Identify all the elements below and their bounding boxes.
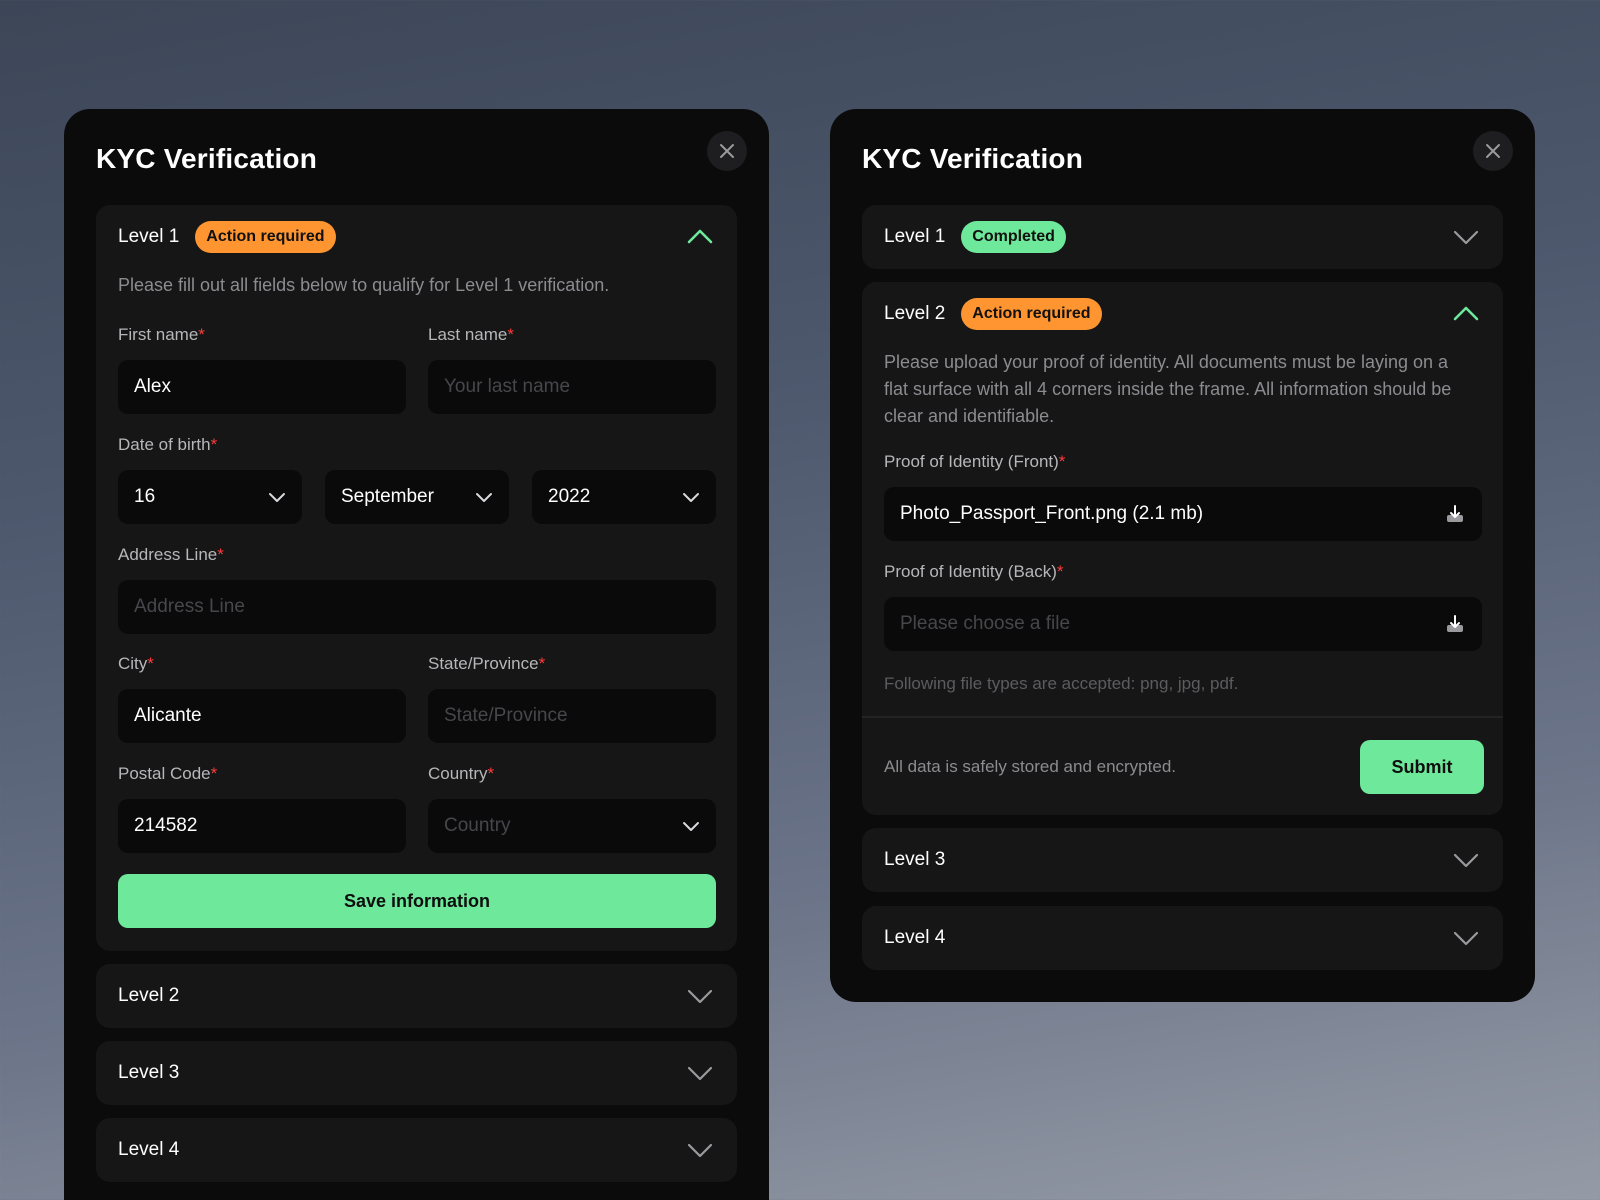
front-id-label: Proof of Identity (Front)* [884,452,1066,471]
status-badge: Action required [961,298,1102,330]
accordion-header-level-1[interactable]: Level 1 Action required [96,205,737,269]
chevron-down-icon [683,822,699,831]
accordion-header-level-3[interactable]: Level 3 [862,828,1503,892]
status-badge: Completed [961,221,1066,253]
upload-icon[interactable] [1445,614,1465,634]
accordion-header-level-4[interactable]: Level 4 [862,906,1503,970]
back-id-file-input[interactable]: Please choose a file [884,597,1482,651]
status-badge: Action required [195,221,336,253]
level-description: Please upload your proof of identity. Al… [884,352,1452,426]
dob-year-select[interactable]: 2022 [532,470,716,524]
chevron-down-icon[interactable] [687,1062,713,1084]
dob-month-select[interactable]: September [325,470,509,524]
dob-label: Date of birth* [118,435,218,454]
accordion-header-level-1[interactable]: Level 1 Completed [862,205,1503,269]
chevron-down-icon [269,493,285,502]
city-input[interactable]: Alicante [118,689,406,743]
chevron-down-icon [476,493,492,502]
back-id-label: Proof of Identity (Back)* [884,562,1064,581]
accordion-header-level-2[interactable]: Level 2 Action required [862,282,1503,346]
accordion-level-2[interactable]: Level 2 [96,964,737,1028]
accordion-level-3[interactable]: Level 3 [862,828,1503,892]
state-input[interactable]: State/Province [428,689,716,743]
level-title: Level 2 [884,303,946,324]
close-button[interactable] [707,131,747,171]
chevron-down-icon[interactable] [687,1139,713,1161]
address-label: Address Line* [118,545,224,564]
accordion-level-1: Level 1 Action required Please fill out … [96,205,737,951]
upload-icon[interactable] [1445,504,1465,524]
chevron-down-icon[interactable] [1453,226,1479,248]
level-title: Level 2 [118,985,180,1006]
close-button[interactable] [1473,131,1513,171]
city-label: City* [118,654,154,673]
accepted-file-types: Following file types are accepted: png, … [884,674,1239,693]
last-name-label: Last name* [428,325,515,344]
security-note: All data is safely stored and encrypted. [884,757,1176,776]
chevron-down-icon[interactable] [1453,849,1479,871]
chevron-up-icon[interactable] [687,226,713,248]
close-icon [720,144,734,158]
state-label: State/Province* [428,654,546,673]
modal-title: KYC Verification [862,143,1084,174]
level-title: Level 1 [884,226,946,247]
accordion-level-4[interactable]: Level 4 [862,906,1503,970]
level-title: Level 4 [884,927,946,948]
save-information-button[interactable]: Save information [118,874,716,928]
last-name-input[interactable]: Your last name [428,360,716,414]
divider [862,716,1503,718]
accordion-header-level-3[interactable]: Level 3 [96,1041,737,1105]
chevron-down-icon[interactable] [687,985,713,1007]
level-title: Level 1 [118,226,180,247]
accordion-level-2: Level 2 Action required Please upload yo… [862,282,1503,815]
front-id-file-input[interactable]: Photo_Passport_Front.png (2.1 mb) [884,487,1482,541]
accordion-level-1[interactable]: Level 1 Completed [862,205,1503,269]
dob-day-select[interactable]: 16 [118,470,302,524]
accordion-header-level-4[interactable]: Level 4 [96,1118,737,1182]
country-select[interactable]: Country [428,799,716,853]
chevron-down-icon [683,493,699,502]
first-name-input[interactable]: Alex [118,360,406,414]
kyc-modal-level1: KYC Verification Level 1 Action required… [64,109,769,1200]
first-name-label: First name* [118,325,205,344]
accordion-header-level-2[interactable]: Level 2 [96,964,737,1028]
level-title: Level 3 [118,1062,180,1083]
accordion-level-4[interactable]: Level 4 [96,1118,737,1182]
chevron-down-icon[interactable] [1453,927,1479,949]
level-description: Please fill out all fields below to qual… [118,275,610,295]
chevron-up-icon[interactable] [1453,303,1479,325]
close-icon [1486,144,1500,158]
postal-code-input[interactable]: 214582 [118,799,406,853]
level-title: Level 4 [118,1139,180,1160]
accordion-level-3[interactable]: Level 3 [96,1041,737,1105]
level-title: Level 3 [884,849,946,870]
modal-title: KYC Verification [96,143,318,174]
submit-button[interactable]: Submit [1360,740,1484,794]
kyc-modal-level2: KYC Verification Level 1 Completed Level… [830,109,1535,1002]
country-label: Country* [428,764,495,783]
postal-code-label: Postal Code* [118,764,218,783]
address-input[interactable]: Address Line [118,580,716,634]
